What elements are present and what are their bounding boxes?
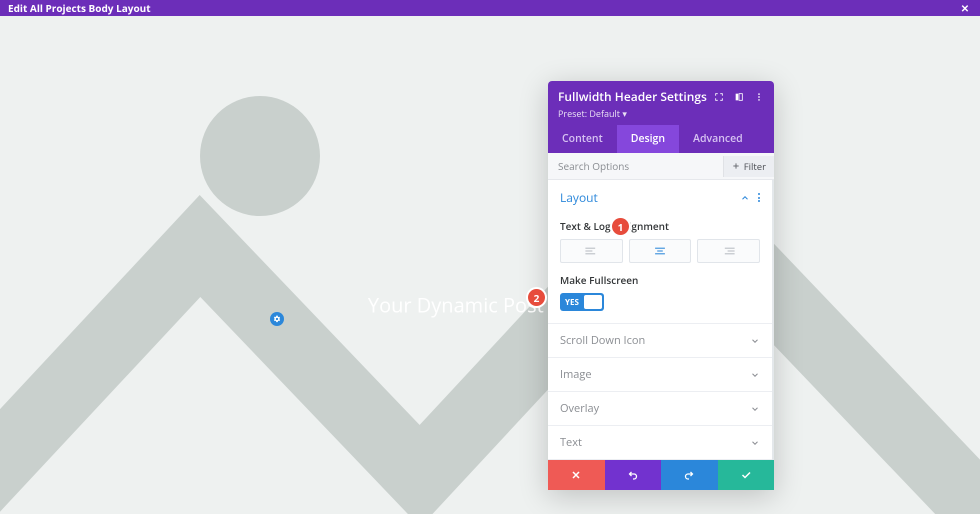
panel-footer <box>548 460 774 490</box>
module-settings-gear-icon[interactable] <box>270 312 284 326</box>
annotation-badge-1: 1 <box>612 218 629 235</box>
chevron-down-icon <box>750 404 760 414</box>
panel-tabs: Content Design Advanced <box>548 125 774 153</box>
placeholder-image <box>0 16 980 514</box>
alignment-group <box>560 239 760 263</box>
section-scroll-header[interactable]: Scroll Down Icon <box>548 324 772 357</box>
chevron-up-icon <box>740 193 750 203</box>
expand-icon[interactable] <box>714 92 724 102</box>
menu-dots-icon[interactable] <box>754 92 764 102</box>
section-menu-icon[interactable] <box>758 193 760 202</box>
tab-design[interactable]: Design <box>617 125 679 153</box>
annotation-badge-2: 2 <box>528 289 545 306</box>
fullscreen-toggle[interactable]: YES <box>560 293 604 311</box>
panel-header[interactable]: Fullwidth Header Settings Preset: Defaul… <box>548 81 774 125</box>
search-options-input[interactable]: Search Options <box>548 153 639 179</box>
panel-title: Fullwidth Header Settings <box>558 88 707 105</box>
tab-advanced[interactable]: Advanced <box>679 125 757 153</box>
align-left-button[interactable] <box>560 239 623 263</box>
module-settings-panel: Fullwidth Header Settings Preset: Defaul… <box>548 81 774 490</box>
redo-button[interactable] <box>661 460 718 490</box>
options-filter-row: Search Options Filter <box>548 153 774 180</box>
alignment-label: Text & Logo Alignment <box>560 219 760 233</box>
section-layout-body: Text & Logo Alignment Make Fullscreen YE… <box>548 215 772 323</box>
tab-content[interactable]: Content <box>548 125 617 153</box>
section-text-header[interactable]: Text <box>548 426 772 459</box>
align-center-button[interactable] <box>629 239 692 263</box>
chevron-down-icon <box>750 336 760 346</box>
chevron-down-icon <box>750 370 760 380</box>
filter-button[interactable]: Filter <box>723 156 774 177</box>
undo-button[interactable] <box>605 460 662 490</box>
section-image-header[interactable]: Image <box>548 358 772 391</box>
editor-topbar: Edit All Projects Body Layout ✕ <box>0 0 980 16</box>
snap-icon[interactable] <box>734 92 744 102</box>
topbar-title: Edit All Projects Body Layout <box>8 1 151 15</box>
editor-canvas: Your Dynamic Post Title W <box>0 16 980 514</box>
section-layout-header[interactable]: Layout <box>548 180 772 215</box>
cancel-button[interactable] <box>548 460 605 490</box>
preset-selector[interactable]: Preset: Default ▾ <box>558 107 764 120</box>
chevron-down-icon <box>750 438 760 448</box>
fullscreen-label: Make Fullscreen <box>560 273 760 287</box>
close-icon[interactable]: ✕ <box>958 1 972 15</box>
section-overlay-header[interactable]: Overlay <box>548 392 772 425</box>
align-right-button[interactable] <box>697 239 760 263</box>
save-button[interactable] <box>718 460 775 490</box>
